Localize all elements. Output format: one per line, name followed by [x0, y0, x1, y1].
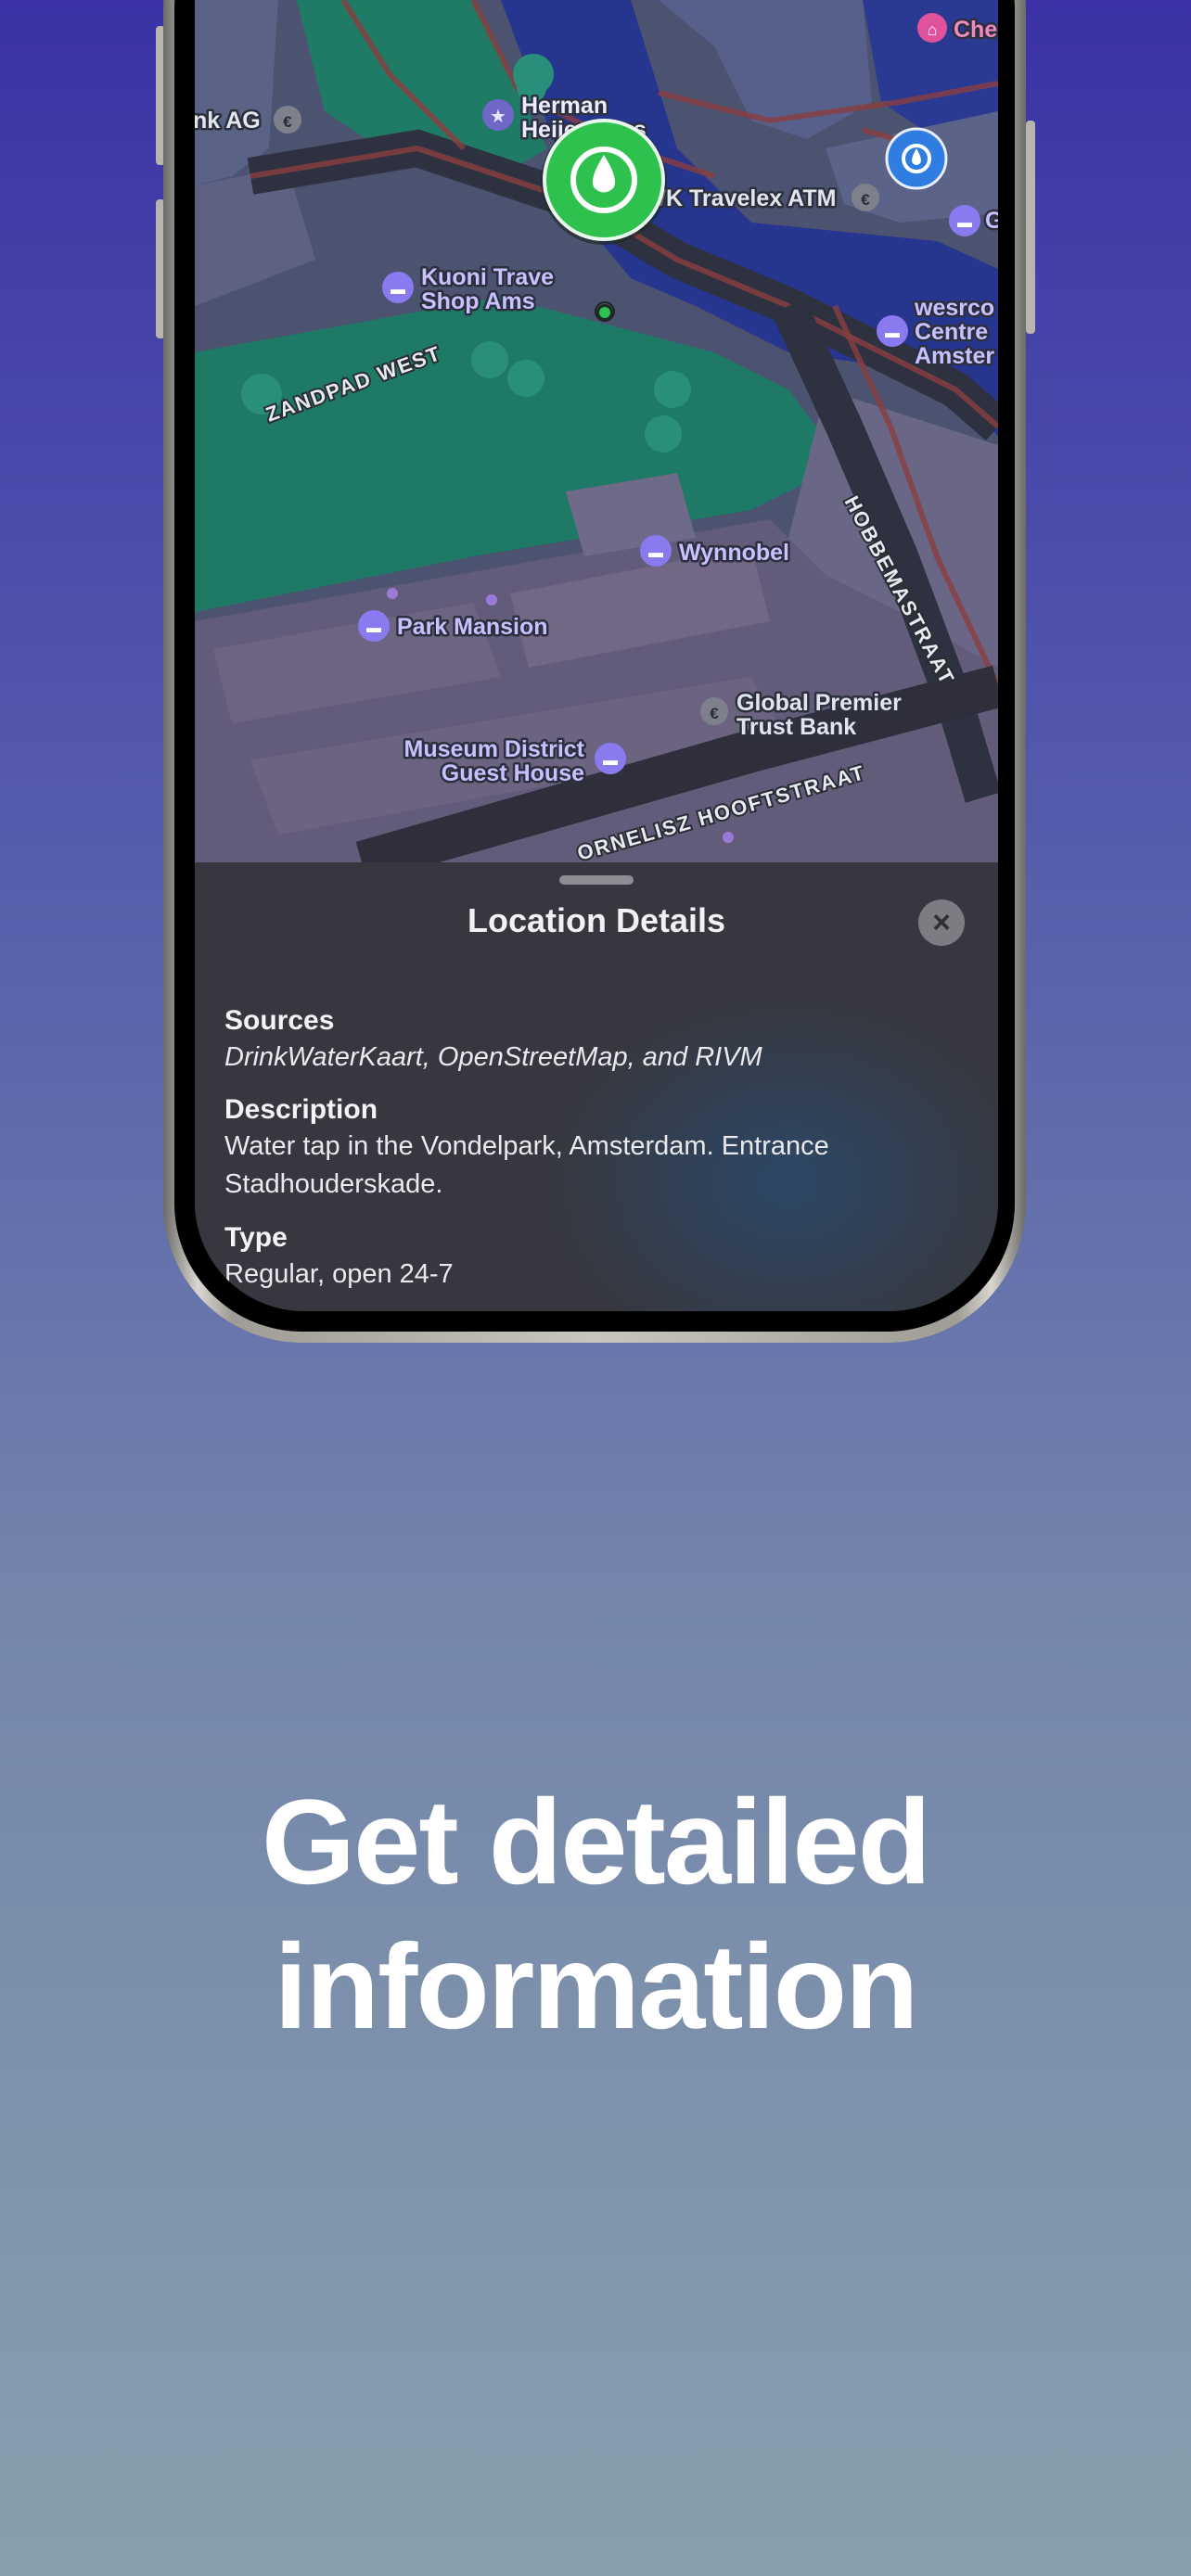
description-value: Water tap in the Vondelpark, Amsterdam. …: [224, 1131, 829, 1199]
poi-label: wesrco: [914, 295, 994, 321]
sources-value: DrinkWaterKaart, OpenStreetMap, and RIVM: [224, 1042, 762, 1072]
poi-label: Centre: [915, 319, 988, 345]
description-field: Description Water tap in the Vondelpark,…: [224, 1094, 961, 1204]
poi-label: Guest House: [442, 760, 584, 786]
bed-icon: ▬: [957, 215, 972, 231]
bed-icon: ▬: [391, 282, 405, 298]
type-field: Type Regular, open 24-7: [224, 1222, 961, 1294]
poi-label: G: [985, 208, 998, 234]
bed-icon: ▬: [648, 545, 663, 561]
bed-icon: ▬: [603, 753, 618, 769]
water-pin-secondary[interactable]: [885, 127, 948, 190]
poi-label: Herman: [521, 93, 608, 119]
close-button[interactable]: ×: [918, 899, 965, 946]
map-view[interactable]: ZANDPAD WEST HOBBEMASTRAAT ORNELISZ HOOF…: [195, 0, 998, 862]
sources-label: Sources: [224, 1005, 335, 1036]
bed-icon: ▬: [885, 325, 900, 341]
type-label: Type: [224, 1222, 288, 1253]
poi-label: nk AG: [195, 108, 261, 134]
bed-icon: ▬: [366, 620, 381, 636]
sheet-grabber[interactable]: [559, 875, 634, 885]
poi-label: Wynnobel: [679, 540, 789, 566]
poi-hotel-g[interactable]: ▬ G: [949, 205, 998, 236]
poi-bank-ag[interactable]: nk AG €: [195, 106, 301, 136]
poi-label: Amster: [915, 343, 994, 369]
marketing-headline: Get detailed information: [0, 1769, 1191, 2059]
poi-label: Museum District: [404, 736, 585, 762]
poi-che[interactable]: ⌂ Che: [917, 13, 998, 45]
phone-screen: ZANDPAD WEST HOBBEMASTRAAT ORNELISZ HOOF…: [195, 0, 998, 1311]
bank-icon: €: [710, 705, 719, 722]
headline-line-1: Get detailed: [261, 1774, 931, 1909]
museum-icon: ⌂: [928, 20, 938, 39]
poi-label: Global Premier: [736, 690, 902, 716]
star-icon: ★: [490, 107, 506, 127]
poi-label: Trust Bank: [736, 714, 856, 740]
sheet-title: Location Details: [467, 901, 726, 939]
bank-icon: €: [283, 113, 292, 131]
poi-label: Park Mansion: [397, 614, 548, 640]
poi-wynnobel[interactable]: ▬ Wynnobel: [640, 535, 791, 568]
poi-label: Kuoni Trave: [421, 264, 554, 290]
xmark-icon: ×: [932, 905, 951, 940]
description-label: Description: [224, 1094, 378, 1125]
bank-icon: €: [861, 191, 870, 209]
headline-line-2: information: [274, 1919, 919, 2054]
sources-field: Sources DrinkWaterKaart, OpenStreetMap, …: [224, 1005, 961, 1077]
type-value: Regular, open 24-7: [224, 1259, 454, 1289]
phone-side-button: [1026, 121, 1035, 334]
poi-label: Che: [954, 17, 997, 43]
poi-label: Shop Ams: [421, 288, 535, 314]
location-details-sheet: Location Details × Sources DrinkWaterKaa…: [195, 862, 998, 1311]
